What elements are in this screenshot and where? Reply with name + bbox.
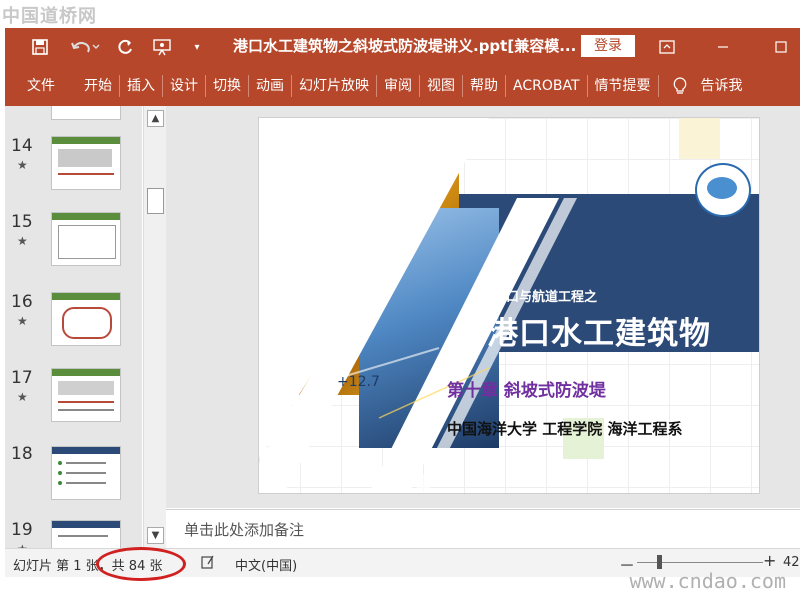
lightbulb-icon[interactable] xyxy=(659,66,694,106)
slide-number: 18 xyxy=(11,444,33,464)
animation-star-icon: ★ xyxy=(17,234,28,248)
slide-thumbnail-17[interactable]: 17 ★ xyxy=(5,368,142,428)
thumbnail-image[interactable] xyxy=(51,212,121,266)
tab-file[interactable]: 文件 xyxy=(5,66,77,106)
thumb-header xyxy=(52,447,120,454)
tab-help[interactable]: 帮助 xyxy=(463,66,505,106)
animation-star-icon: ★ xyxy=(17,314,28,328)
minimize-icon[interactable] xyxy=(703,28,743,66)
tab-animations[interactable]: 动画 xyxy=(249,66,291,106)
current-slide[interactable]: +12.7 港口与航道工程之 港口水工建筑物 第十章 斜坡式防波堤 中国海洋大学… xyxy=(259,118,759,493)
university-logo xyxy=(695,163,751,217)
ribbon-display-options-icon[interactable] xyxy=(647,28,687,66)
customize-toolbar-icon[interactable]: ▾ xyxy=(187,28,207,66)
thumb-line xyxy=(66,462,106,464)
thumbnail-image[interactable] xyxy=(51,292,121,346)
tab-design[interactable]: 设计 xyxy=(163,66,205,106)
slide-number: 15 xyxy=(11,212,33,232)
slide-thumbnail-19[interactable]: 19 ★ xyxy=(5,520,142,548)
zoom-in-button[interactable]: + xyxy=(763,551,776,570)
tab-slideshow[interactable]: 幻灯片放映 xyxy=(292,66,376,106)
undo-icon[interactable] xyxy=(65,28,105,66)
slide-chapter: 第十章 斜坡式防波堤 xyxy=(447,381,606,401)
thumb-header xyxy=(52,293,120,300)
tab-home[interactable]: 开始 xyxy=(77,66,119,106)
thumbnail-image[interactable] xyxy=(51,368,121,422)
animation-star-icon: ★ xyxy=(17,158,28,172)
slide-title: 港口水工建筑物 xyxy=(487,316,711,352)
thumb-figure xyxy=(62,307,112,339)
zoom-slider-handle[interactable] xyxy=(657,555,662,569)
thumbnail-image[interactable] xyxy=(51,136,121,190)
thumbnail-image[interactable] xyxy=(51,106,121,120)
slide-subtitle: 港口与航道工程之 xyxy=(493,290,598,305)
tab-storyboard[interactable]: 情节提要 xyxy=(588,66,658,106)
tab-view[interactable]: 视图 xyxy=(420,66,462,106)
thumb-line xyxy=(58,401,114,403)
thumb-line xyxy=(66,472,106,474)
thumbnail-scrollbar[interactable]: ▲ ▼ xyxy=(143,106,166,548)
slide-thumbnail-16[interactable]: 16 ★ xyxy=(5,292,142,352)
thumb-figure xyxy=(58,149,112,167)
zoom-slider[interactable] xyxy=(637,562,763,563)
login-button[interactable]: 登录 xyxy=(581,35,635,57)
slide-thumbnail-14[interactable]: 14 ★ xyxy=(5,136,142,196)
thumb-header xyxy=(52,369,120,376)
thumb-line xyxy=(58,409,114,411)
slide-thumbnail-15[interactable]: 15 ★ xyxy=(5,212,142,272)
slide-thumbnail-13[interactable] xyxy=(5,106,142,126)
tab-review[interactable]: 审阅 xyxy=(377,66,419,106)
thumb-line xyxy=(58,173,114,175)
thumbnail-image[interactable] xyxy=(51,446,121,500)
thumb-bullet xyxy=(58,471,62,475)
tab-acrobat[interactable]: ACROBAT xyxy=(506,66,587,106)
thumb-bullet xyxy=(58,481,62,485)
watermark-bottom: www.cndao.com xyxy=(629,569,786,593)
slide-thumbnail-18[interactable]: 18 xyxy=(5,444,142,504)
tell-me-button[interactable]: 告诉我 xyxy=(694,66,750,106)
language-indicator[interactable]: 中文(中国) xyxy=(235,555,297,574)
notes-toggle-icon[interactable] xyxy=(201,555,215,569)
redo-icon[interactable] xyxy=(111,28,141,66)
thumb-figure xyxy=(58,225,116,259)
title-bar: ▾ 港口水工建筑物之斜坡式防波堤讲义.ppt[兼容模... 登录 xyxy=(5,28,800,66)
notes-pane[interactable]: 单击此处添加备注 xyxy=(166,509,800,549)
maximize-icon[interactable] xyxy=(761,28,800,66)
thumb-line xyxy=(58,535,108,537)
thumb-header xyxy=(52,137,120,144)
zoom-level[interactable]: 42 xyxy=(783,555,800,570)
scroll-thumb[interactable] xyxy=(147,188,164,214)
svg-text:+12.7: +12.7 xyxy=(337,374,380,390)
thumb-header xyxy=(52,213,120,220)
thumb-bullet xyxy=(58,461,62,465)
slide-thumbnail-pane[interactable]: 14 ★ 15 ★ 16 ★ 17 ★ 18 19 xyxy=(5,106,142,548)
thumbnail-image[interactable] xyxy=(51,520,121,548)
document-title: 港口水工建筑物之斜坡式防波堤讲义.ppt[兼容模... xyxy=(233,37,577,55)
thumb-header xyxy=(52,521,120,528)
slide-institution: 中国海洋大学 工程学院 海洋工程系 xyxy=(447,420,683,438)
scroll-up-icon[interactable]: ▲ xyxy=(147,110,164,127)
slide-number: 19 xyxy=(11,520,33,540)
slide-number: 16 xyxy=(11,292,33,312)
slide-number: 14 xyxy=(11,136,33,156)
thumb-figure xyxy=(58,381,114,395)
watermark-top: 中国道桥网 xyxy=(2,6,97,27)
save-icon[interactable] xyxy=(25,28,55,66)
scroll-down-icon[interactable]: ▼ xyxy=(147,527,164,544)
slide-number: 17 xyxy=(11,368,33,388)
notes-placeholder: 单击此处添加备注 xyxy=(184,521,305,539)
thumb-line xyxy=(66,482,106,484)
tab-transitions[interactable]: 切换 xyxy=(206,66,248,106)
tab-insert[interactable]: 插入 xyxy=(120,66,162,106)
ribbon-tabs: 文件 开始 插入 设计 切换 动画 幻灯片放映 审阅 视图 帮助 ACROBAT… xyxy=(5,66,800,106)
present-from-start-icon[interactable] xyxy=(147,28,177,66)
animation-star-icon: ★ xyxy=(17,390,28,404)
highlight-circle xyxy=(96,547,186,581)
